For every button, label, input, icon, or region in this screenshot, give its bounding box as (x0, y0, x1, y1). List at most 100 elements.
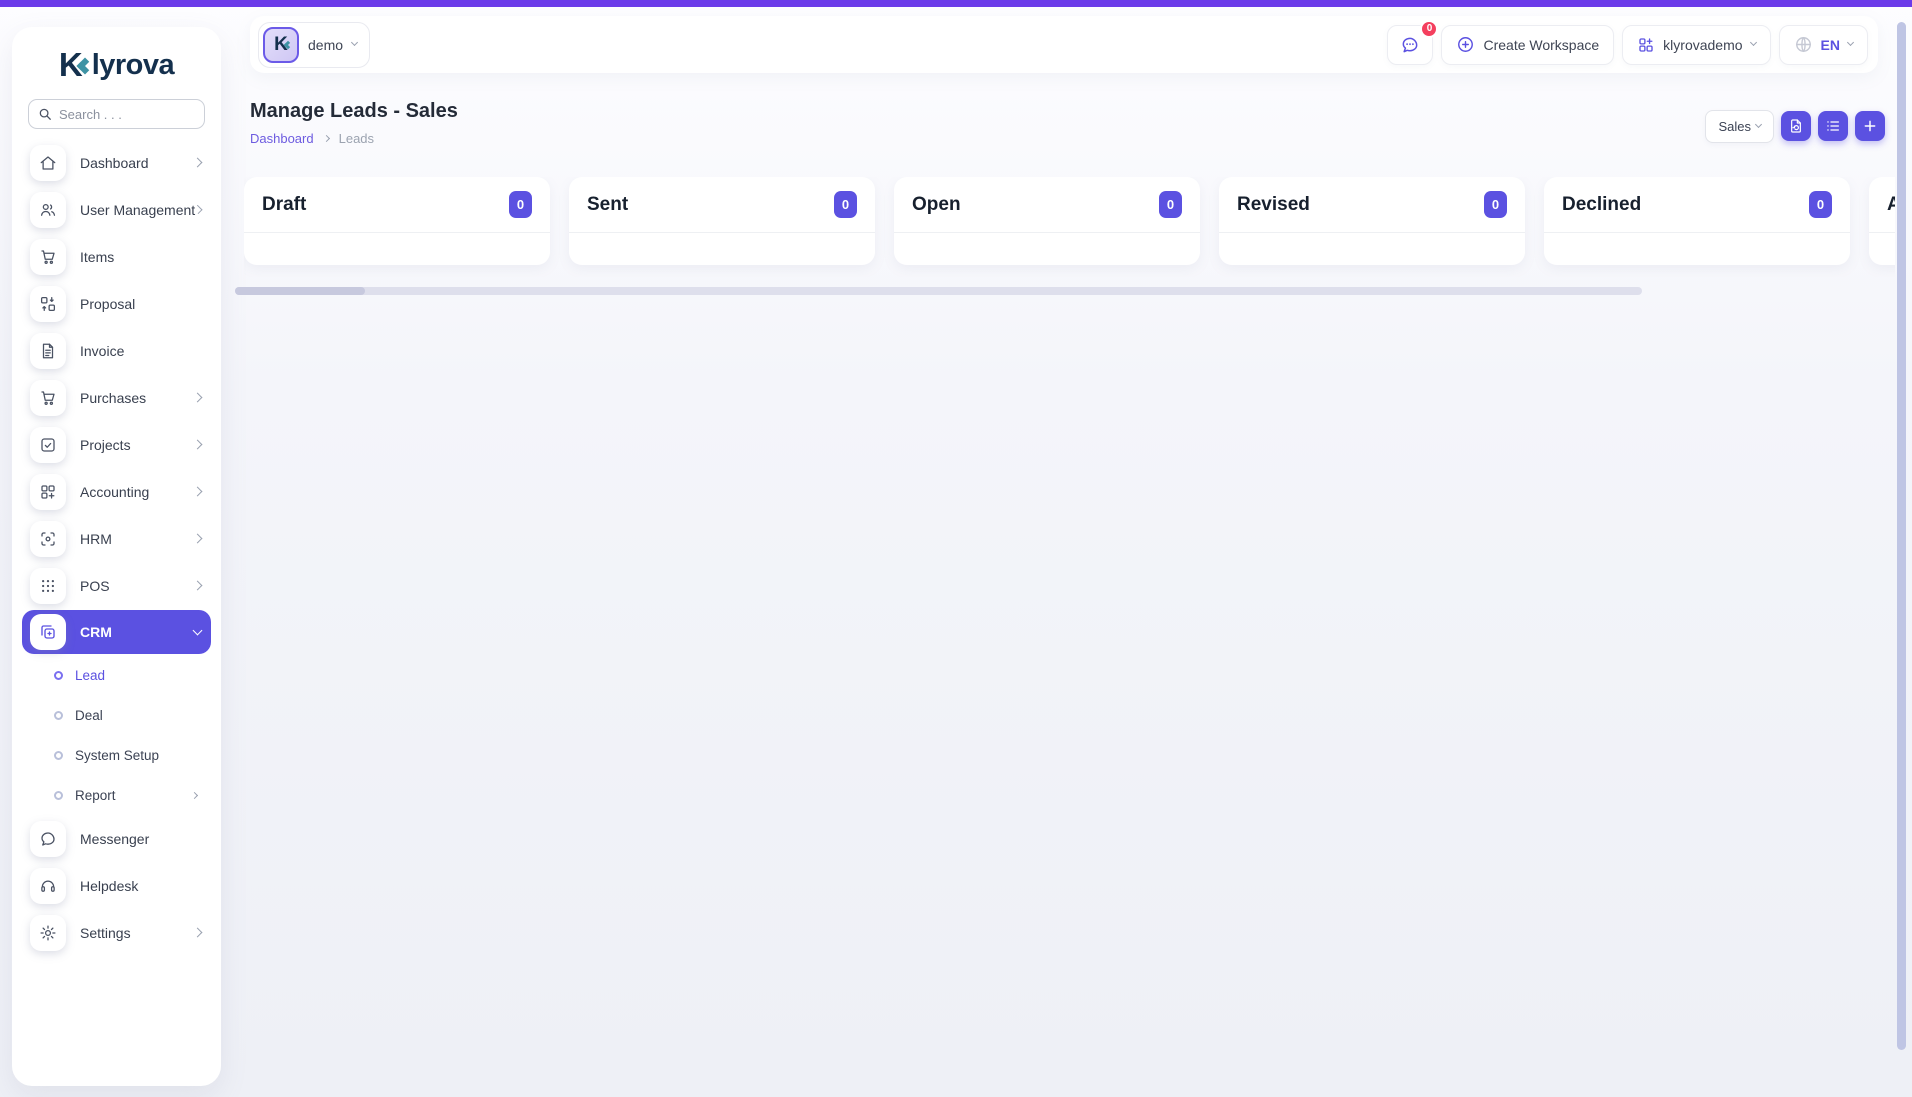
sidebar-item-crm[interactable]: CRM (22, 610, 211, 654)
kanban-column-title: Draft (262, 194, 306, 216)
pipeline-label: Sales (1718, 119, 1751, 134)
sidebar-item-user-management[interactable]: User Management (22, 186, 211, 233)
top-accent-strip (0, 0, 1912, 7)
chevron-down-icon (1750, 39, 1757, 46)
circle-plus-icon (1456, 35, 1475, 54)
dots-grid-icon (30, 568, 66, 604)
sidebar-item-helpdesk[interactable]: Helpdesk (22, 862, 211, 909)
messages-button[interactable]: 0 (1387, 25, 1433, 65)
submenu-item-lead[interactable]: Lead (22, 655, 211, 695)
chevron-down-icon (1755, 120, 1762, 127)
bullet-circle-icon (54, 671, 63, 680)
kanban-column-header: Draft 0 (244, 177, 550, 233)
task-check-icon (30, 427, 66, 463)
kanban-column-header: Revised 0 (1219, 177, 1525, 233)
chevron-right-icon (193, 928, 203, 938)
breadcrumb-separator-icon (323, 135, 330, 142)
account-dropdown[interactable]: klyrovademo (1622, 25, 1770, 65)
sidebar-item-proposal[interactable]: Proposal (22, 280, 211, 327)
sidebar-item-accounting[interactable]: Accounting (22, 468, 211, 515)
page-title-block: Manage Leads - Sales Dashboard Leads (250, 100, 458, 146)
sidebar-item-purchases[interactable]: Purchases (22, 374, 211, 421)
kanban-column-header: Sent 0 (569, 177, 875, 233)
convert-document-button[interactable] (1781, 111, 1811, 141)
sidebar-item-items[interactable]: Items (22, 233, 211, 280)
sidebar-item-settings[interactable]: Settings (22, 909, 211, 956)
lead-kanban-board: Draft 0 Sent 0 Open 0 Revised 0 Declined… (244, 177, 1895, 277)
kanban-column-draft: Draft 0 (244, 177, 550, 265)
workspace-name: demo (308, 37, 343, 53)
grid-plus-icon (30, 474, 66, 510)
create-workspace-button[interactable]: Create Workspace (1441, 25, 1614, 65)
sidebar-menu: Dashboard User Management Items Proposal (22, 139, 211, 956)
workspace-switcher[interactable]: K demo (258, 22, 370, 68)
sidebar-item-label: User Management (80, 202, 195, 218)
sidebar-search (28, 99, 205, 129)
submenu-item-label: Deal (75, 708, 103, 723)
chevron-right-icon (193, 487, 203, 497)
chevron-right-icon (193, 158, 203, 168)
chevron-right-icon (193, 440, 203, 450)
bullet-circle-icon (54, 711, 63, 720)
crm-submenu: Lead Deal System Setup Report (22, 655, 211, 815)
sidebar-item-label: Messenger (80, 831, 149, 847)
horizontal-scrollbar[interactable] (235, 287, 1642, 295)
add-lead-button[interactable] (1855, 111, 1885, 141)
submenu-item-report[interactable]: Report (22, 775, 211, 815)
sidebar-item-pos[interactable]: POS (22, 562, 211, 609)
sidebar-item-label: Accounting (80, 484, 149, 500)
swap-boxes-icon (30, 286, 66, 322)
invoice-icon (30, 333, 66, 369)
language-selector[interactable]: EN (1779, 25, 1868, 65)
pipeline-select-button[interactable]: Sales (1705, 110, 1774, 143)
sidebar-item-label: Dashboard (80, 155, 149, 171)
header-actions: 0 Create Workspace klyrovademo EN (1387, 25, 1868, 65)
list-view-button[interactable] (1818, 111, 1848, 141)
kanban-column-revised: Revised 0 (1219, 177, 1525, 265)
sidebar-item-messenger[interactable]: Messenger (22, 815, 211, 862)
sidebar-item-projects[interactable]: Projects (22, 421, 211, 468)
sidebar-item-hrm[interactable]: HRM (22, 515, 211, 562)
kanban-column-title: Sent (587, 194, 628, 216)
gear-icon (30, 915, 66, 951)
board-toolbar: Sales (1705, 106, 1885, 146)
sidebar: K lyrova Dashboard User Management (12, 27, 221, 1086)
submenu-item-deal[interactable]: Deal (22, 695, 211, 735)
chat-icon (1400, 35, 1420, 55)
plus-icon (1862, 118, 1878, 134)
page-title: Manage Leads - Sales (250, 100, 458, 123)
sidebar-item-label: HRM (80, 531, 112, 547)
horizontal-scrollbar-thumb[interactable] (235, 287, 365, 295)
chevron-down-icon (351, 39, 358, 46)
kanban-column-title: A (1887, 194, 1895, 216)
chevron-right-icon (193, 581, 203, 591)
chevron-right-icon (193, 393, 203, 403)
home-icon (30, 145, 66, 181)
logo-text: lyrova (92, 49, 174, 82)
kanban-count-badge: 0 (1159, 191, 1182, 218)
sidebar-item-invoice[interactable]: Invoice (22, 327, 211, 374)
globe-icon (1794, 35, 1813, 54)
kanban-column-header: Declined 0 (1544, 177, 1850, 233)
sidebar-item-label: CRM (80, 624, 112, 640)
breadcrumb-dashboard-link[interactable]: Dashboard (250, 131, 314, 146)
language-code: EN (1821, 37, 1840, 53)
kanban-column-sent: Sent 0 (569, 177, 875, 265)
account-name: klyrovademo (1663, 37, 1742, 53)
sidebar-item-label: POS (80, 578, 110, 594)
list-icon (1825, 118, 1841, 134)
sidebar-item-dashboard[interactable]: Dashboard (22, 139, 211, 186)
search-input[interactable] (59, 107, 195, 122)
chat-bubble-icon (30, 821, 66, 857)
kanban-count-badge: 0 (509, 191, 532, 218)
scan-target-icon (30, 521, 66, 557)
users-icon (30, 192, 66, 228)
copy-plus-icon (30, 614, 66, 650)
header-bar: K demo 0 Create Workspace klyrovademo (250, 16, 1878, 73)
bullet-circle-icon (54, 751, 63, 760)
vertical-scrollbar[interactable] (1897, 22, 1906, 1050)
submenu-item-system-setup[interactable]: System Setup (22, 735, 211, 775)
kanban-column-header: Open 0 (894, 177, 1200, 233)
workspace-avatar: K (263, 27, 299, 63)
notification-badge: 0 (1420, 20, 1438, 38)
